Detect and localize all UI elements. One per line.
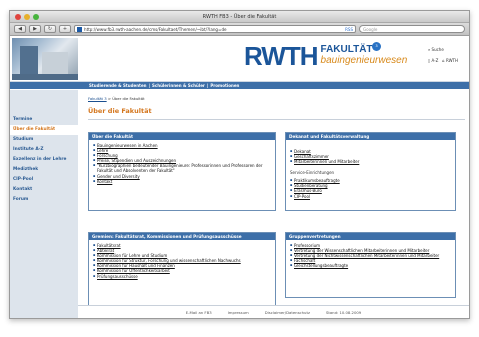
nav-link-pupils[interactable]: Schülerinnen & Schüler — [152, 83, 205, 88]
forward-button[interactable]: ▶ — [29, 25, 41, 33]
main-content: Fakultät 3 > Über die Fakultät Über die … — [78, 90, 469, 318]
list-item[interactable]: Mitarbeiterinnen und Mitarbeiter — [290, 159, 451, 164]
favicon-icon — [77, 26, 82, 32]
back-button[interactable]: ◀ — [14, 25, 26, 33]
page-title: Über die Fakultät — [88, 107, 465, 120]
box-committees: Gremien: Fakultätsrat, Kommissionen und … — [88, 232, 276, 308]
address-url: http://www.fb3.rwth-aachen.de/cms/Fakult… — [84, 26, 227, 32]
rwth-link[interactable]: ⌂ RWTH — [442, 58, 458, 63]
browser-toolbar: ◀ ▶ ↻ + http://www.fb3.rwth-aachen.de/cm… — [10, 23, 469, 36]
sidebar-item-forum[interactable]: Forum — [10, 195, 78, 205]
sidebar-item-termine[interactable]: Termine — [10, 115, 78, 125]
page-footer: E-Mail an FB3 Impressum Disclaimer/Daten… — [78, 305, 469, 318]
util-search-link[interactable]: ⌕ Suche — [428, 45, 444, 54]
sidebar-item-exzellenz[interactable]: Exzellenz in der Lehre — [10, 155, 78, 165]
search-placeholder: Google — [363, 26, 378, 32]
list-item[interactable]: Gleichstellungsbeauftragte — [290, 263, 451, 268]
rss-icon[interactable]: RSS — [345, 27, 353, 32]
list-item[interactable]: Prüfungsausschüsse — [93, 274, 271, 279]
site-header: RWTH FAKULTÄT bauingenieurwesen 3 ⌕ Such… — [10, 36, 469, 82]
box-dean-title: Dekanat und Fakultätsverwaltung — [286, 133, 455, 140]
nav-link-promotionen[interactable]: Promotionen — [210, 83, 239, 88]
box-committees-title: Gremien: Fakultätsrat, Kommissionen und … — [89, 233, 275, 240]
breadcrumb: Fakultät 3 > Über die Fakultät — [88, 96, 465, 101]
logo-badge: 3 — [372, 42, 381, 51]
list-item[interactable]: "Kurzbiographien bedeutender Bauingenieu… — [93, 163, 271, 173]
sidebar: Termine Über die Fakultät Studium Instit… — [10, 90, 78, 318]
footer-status: Stand: 10.08.2009 — [325, 309, 362, 315]
util-links: ▯ A-Z ⌂ RWTH — [428, 58, 458, 63]
box-dean-subtitle: Service-Einrichtungen — [290, 170, 335, 176]
sidebar-item-kontakt[interactable]: Kontakt — [10, 185, 78, 195]
box-about: Über die Fakultät Bauingenieurwesen in A… — [88, 132, 276, 211]
title-bar: RWTH FB3 - Über die Fakultät — [10, 11, 469, 23]
az-link[interactable]: ▯ A-Z — [428, 58, 438, 63]
reload-button[interactable]: ↻ — [44, 25, 56, 33]
browser-window: RWTH FB3 - Über die Fakultät ◀ ▶ ↻ + htt… — [9, 10, 470, 319]
logo-sub-text: bauingenieurwesen — [320, 55, 408, 66]
sidebar-item-medizthek[interactable]: Medizthek — [10, 165, 78, 175]
footer-imprint-link[interactable]: Impressum — [228, 310, 249, 315]
breadcrumb-link[interactable]: Fakultät 3 — [88, 96, 107, 101]
footer-disclaimer-link[interactable]: Disclaimer/Datenschutz — [265, 310, 310, 315]
header-building-image — [12, 38, 78, 80]
box-about-title: Über die Fakultät — [89, 133, 275, 140]
search-icon: ⌕ — [428, 47, 431, 52]
page-body: Termine Über die Fakultät Studium Instit… — [10, 90, 469, 318]
logo-faculty-text: FAKULTÄT — [320, 44, 373, 55]
sidebar-item-cip-pool[interactable]: CIP-Pool — [10, 175, 78, 185]
list-item[interactable]: Kontakt — [93, 179, 271, 184]
logo-rwth-text: RWTH — [244, 41, 319, 71]
window-title: RWTH FB3 - Über die Fakultät — [202, 14, 277, 20]
sidebar-item-studium[interactable]: Studium — [10, 135, 78, 145]
box-groups-title: Gruppenvertretungen — [286, 233, 455, 240]
sidebar-item-ueber-die-fakultaet[interactable]: Über die Fakultät — [10, 125, 78, 135]
breadcrumb-current: > Über die Fakultät — [107, 96, 145, 101]
box-groups: Gruppenvertretungen Professorium Vertret… — [285, 232, 456, 298]
faculty-logo[interactable]: RWTH FAKULTÄT bauingenieurwesen — [244, 43, 407, 69]
footer-email-link[interactable]: E-Mail an FB3 — [186, 310, 212, 315]
search-field[interactable]: Google — [359, 25, 465, 33]
add-bookmark-button[interactable]: + — [59, 25, 71, 33]
address-bar[interactable]: http://www.fb3.rwth-aachen.de/cms/Fakult… — [74, 25, 356, 33]
box-dean: Dekanat und Fakultätsverwaltung Dekanat … — [285, 132, 456, 211]
nav-link-students[interactable]: Studierende & Studenten — [89, 83, 147, 88]
top-nav: Studierende & Studenten | Schülerinnen &… — [10, 82, 469, 89]
sidebar-item-institute[interactable]: Institute A-Z — [10, 145, 78, 155]
list-item[interactable]: CIP-Pool — [290, 194, 451, 199]
